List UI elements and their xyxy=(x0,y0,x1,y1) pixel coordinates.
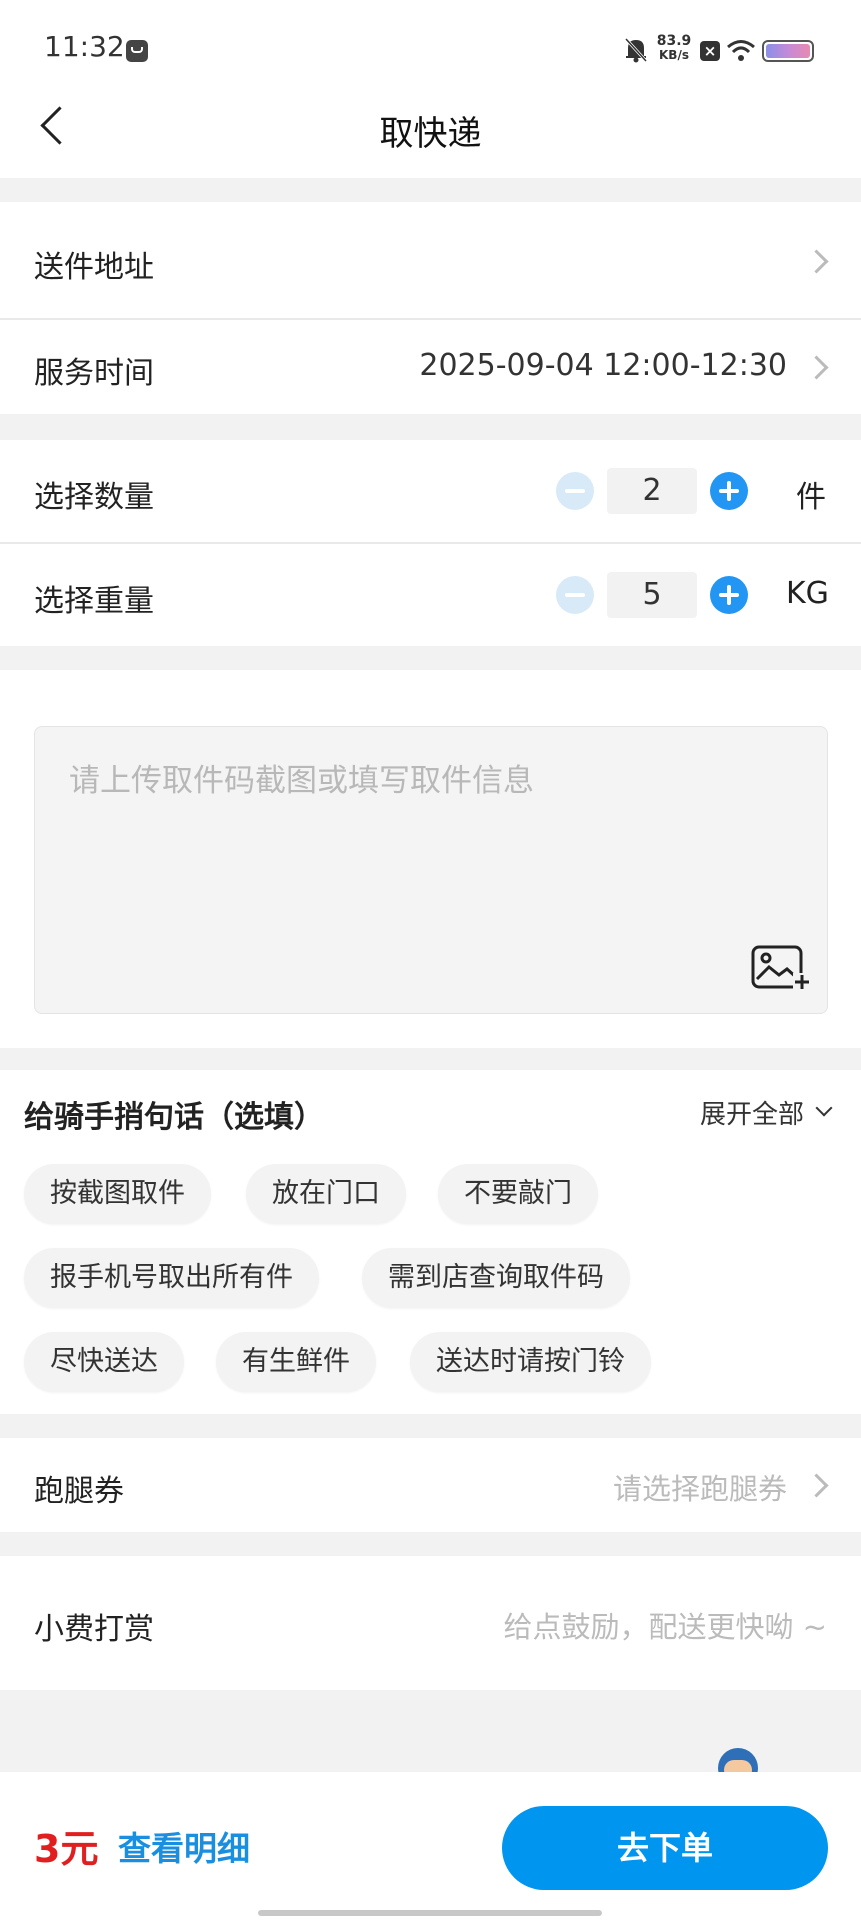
quantity-label: 选择数量 xyxy=(34,480,154,515)
note-chip[interactable]: 尽快送达 xyxy=(24,1332,184,1392)
header: 取快递 xyxy=(0,80,861,178)
bottom-bar: 3元 查看明细 去下单 xyxy=(0,1772,861,1920)
net-speed-unit: KB/s xyxy=(659,48,689,62)
tip-row[interactable]: 小费打赏 给点鼓励，配送更快呦 ~ xyxy=(0,1556,861,1690)
info-section: 请上传取件码截图或填写取件信息 xyxy=(0,670,861,1048)
quantity-row: 选择数量 2 件 xyxy=(0,440,861,542)
page-title: 取快递 xyxy=(379,114,482,154)
coupon-placeholder: 请选择跑腿券 xyxy=(612,1472,787,1506)
quantity-increase-button[interactable] xyxy=(710,472,748,510)
weight-stepper[interactable]: 5 xyxy=(607,572,697,618)
note-chip[interactable]: 放在门口 xyxy=(246,1164,406,1224)
note-chip[interactable]: 需到店查询取件码 xyxy=(362,1248,630,1308)
battery-icon xyxy=(762,40,814,62)
chevron-right-icon xyxy=(804,249,829,274)
net-speed-value: 83.9 xyxy=(656,33,692,49)
weight-increase-button[interactable] xyxy=(710,576,748,614)
note-chip[interactable]: 不要敲门 xyxy=(438,1164,598,1224)
quantity-decrease-button[interactable] xyxy=(556,472,594,510)
minus-icon xyxy=(565,593,585,597)
service-time-label: 服务时间 xyxy=(34,356,154,391)
note-chip[interactable]: 报手机号取出所有件 xyxy=(24,1248,319,1308)
mascot-image xyxy=(716,1746,760,1774)
weight-label: 选择重量 xyxy=(34,584,154,619)
add-image-icon[interactable] xyxy=(751,945,811,991)
send-address-label: 送件地址 xyxy=(34,250,154,285)
rider-notes-section: 给骑手捎句话（选填） 展开全部 按截图取件 放在门口 不要敲门 报手机号取出所有… xyxy=(0,1070,861,1414)
pickup-info-textarea[interactable]: 请上传取件码截图或填写取件信息 xyxy=(34,726,828,1014)
send-address-row[interactable]: 送件地址 xyxy=(0,202,861,318)
rider-notes-title: 给骑手捎句话（选填） xyxy=(24,1100,324,1135)
chevron-right-icon xyxy=(804,1473,829,1498)
view-details-link[interactable]: 查看明细 xyxy=(118,1822,250,1870)
note-chip[interactable]: 送达时请按门铃 xyxy=(410,1332,651,1392)
home-indicator xyxy=(258,1910,602,1916)
place-order-label: 去下单 xyxy=(616,1829,713,1867)
weight-unit: KG xyxy=(786,576,829,611)
note-chip[interactable]: 按截图取件 xyxy=(24,1164,211,1224)
weight-decrease-button[interactable] xyxy=(556,576,594,614)
status-time: 11:32 xyxy=(44,30,125,63)
status-bar: 11:32 83.9 KB/s × xyxy=(0,0,861,80)
chevron-down-icon xyxy=(815,1099,833,1117)
sim-disabled-icon: × xyxy=(700,41,720,61)
tip-label: 小费打赏 xyxy=(34,1612,154,1647)
coupon-row[interactable]: 跑腿券 请选择跑腿券 xyxy=(0,1438,861,1532)
coupon-label: 跑腿券 xyxy=(34,1474,124,1509)
expand-all-label: 展开全部 xyxy=(700,1100,805,1130)
net-speed: 83.9 KB/s xyxy=(654,34,694,62)
pickup-info-placeholder: 请上传取件码截图或填写取件信息 xyxy=(69,763,534,799)
message-icon xyxy=(126,40,148,62)
chevron-right-icon xyxy=(804,355,829,380)
minus-icon xyxy=(565,489,585,493)
place-order-button[interactable]: 去下单 xyxy=(502,1806,828,1890)
quantity-stepper[interactable]: 2 xyxy=(607,468,697,514)
quantity-unit: 件 xyxy=(796,480,826,515)
expand-all-button[interactable]: 展开全部 xyxy=(700,1094,833,1134)
note-chip[interactable]: 有生鲜件 xyxy=(216,1332,376,1392)
wifi-icon xyxy=(727,40,755,61)
tip-placeholder: 给点鼓励，配送更快呦 ~ xyxy=(503,1610,827,1644)
total-price: 3元 xyxy=(34,1827,99,1871)
mute-bell-icon xyxy=(624,37,648,63)
weight-row: 选择重量 5 KG xyxy=(0,544,861,646)
service-time-value: 2025-09-04 12:00-12:30 xyxy=(419,348,787,383)
service-time-row[interactable]: 服务时间 2025-09-04 12:00-12:30 xyxy=(0,320,861,414)
